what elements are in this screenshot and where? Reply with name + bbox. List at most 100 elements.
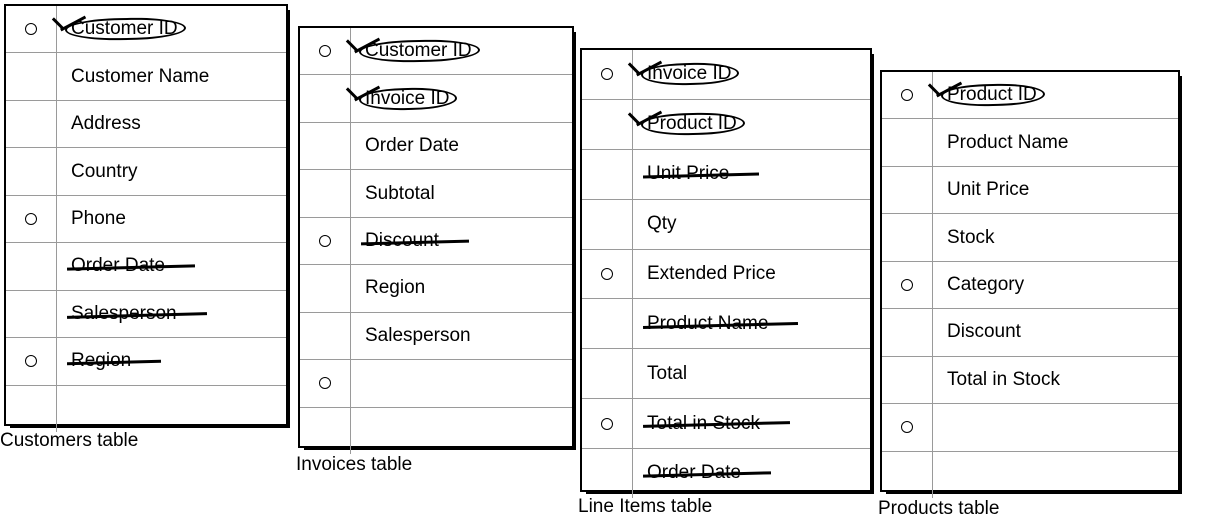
binder-hole-icon	[25, 213, 37, 225]
field-text: Subtotal	[365, 183, 435, 204]
table-card-customers: Customer ID Customer Name Address Country Ph…	[4, 4, 288, 426]
field-row	[882, 404, 1178, 451]
binder-hole-icon	[25, 355, 37, 367]
field-text: Stock	[947, 227, 995, 248]
field-label: Invoice ID	[351, 88, 449, 110]
margin-column	[300, 360, 351, 406]
field-label: Customer Name	[57, 66, 209, 88]
table-card-invoices: Customer ID Invoice ID Order Date Subtotal D…	[298, 26, 574, 448]
checkmark-icon	[55, 12, 81, 38]
field-label: Discount	[351, 230, 439, 252]
field-label: Order Date	[57, 255, 165, 277]
field-row: Order Date	[6, 243, 286, 290]
margin-column	[6, 6, 57, 52]
field-label: Order Date	[633, 462, 741, 484]
margin-column	[582, 399, 633, 448]
field-text: Customer ID	[71, 18, 178, 39]
field-row	[6, 386, 286, 432]
margin-column	[882, 214, 933, 260]
field-row: Salesperson	[300, 313, 572, 360]
margin-column	[300, 313, 351, 359]
margin-column	[300, 170, 351, 216]
margin-column	[6, 148, 57, 194]
field-row: Address	[6, 101, 286, 148]
field-label: Qty	[633, 213, 677, 235]
field-label: Stock	[933, 227, 995, 249]
margin-column	[882, 72, 933, 118]
checkmark-icon	[631, 107, 657, 133]
margin-column	[582, 150, 633, 199]
field-text: Total in Stock	[947, 369, 1060, 390]
binder-hole-icon	[319, 377, 331, 389]
margin-column	[882, 309, 933, 355]
field-label: Product Name	[933, 132, 1068, 154]
binder-hole-icon	[319, 235, 331, 247]
table-caption: Products table	[878, 498, 999, 520]
field-row: Stock	[882, 214, 1178, 261]
field-label: Address	[57, 113, 141, 135]
margin-column	[300, 265, 351, 311]
checkmark-icon	[349, 34, 375, 60]
margin-column	[882, 167, 933, 213]
checkmark-icon	[631, 57, 657, 83]
field-label: Subtotal	[351, 183, 435, 205]
margin-column	[882, 357, 933, 403]
field-text: Order Date	[365, 135, 459, 156]
field-label: Product ID	[933, 84, 1037, 106]
margin-column	[882, 452, 933, 498]
margin-column	[582, 299, 633, 348]
binder-hole-icon	[319, 45, 331, 57]
margin-column	[582, 349, 633, 398]
binder-hole-icon	[901, 279, 913, 291]
checkmark-icon	[931, 78, 957, 104]
field-row: Total	[582, 349, 870, 399]
field-label: Order Date	[351, 135, 459, 157]
field-row: Unit Price	[582, 150, 870, 200]
margin-column	[300, 218, 351, 264]
field-text: Region	[71, 350, 131, 371]
field-text: Country	[71, 161, 138, 182]
field-label: Extended Price	[633, 263, 776, 285]
field-label: Unit Price	[633, 163, 729, 185]
field-label: Customer ID	[351, 40, 472, 62]
field-text: Address	[71, 113, 141, 134]
field-label: Total in Stock	[933, 369, 1060, 391]
field-row	[300, 360, 572, 407]
field-row: Unit Price	[882, 167, 1178, 214]
table-caption: Line Items table	[578, 496, 712, 518]
margin-column	[882, 404, 933, 450]
field-label: Region	[57, 350, 131, 372]
table-card-products: Product IDProduct NameUnit PriceStockCat…	[880, 70, 1180, 492]
field-row: Customer ID	[6, 6, 286, 53]
field-label: Unit Price	[933, 179, 1029, 201]
field-text: Customer Name	[71, 66, 209, 87]
field-row: Country	[6, 148, 286, 195]
margin-column	[6, 338, 57, 384]
field-label: Region	[351, 277, 425, 299]
field-label: Customer ID	[57, 18, 178, 40]
field-row: Customer Name	[6, 53, 286, 100]
field-row: Discount	[300, 218, 572, 265]
field-label: Total	[633, 363, 687, 385]
field-row: Extended Price	[582, 250, 870, 300]
table-caption: Customers table	[0, 430, 138, 452]
field-text: Customer ID	[365, 40, 472, 61]
margin-column	[6, 291, 57, 337]
field-text: Unit Price	[947, 179, 1029, 200]
field-row: Phone	[6, 196, 286, 243]
margin-column	[6, 196, 57, 242]
field-text: Salesperson	[71, 303, 177, 324]
field-text: Region	[365, 277, 425, 298]
field-row: Total in Stock	[582, 399, 870, 449]
field-text: Invoice ID	[647, 63, 731, 84]
field-row: Region	[300, 265, 572, 312]
field-row: Invoice ID	[582, 50, 870, 100]
field-row: Total in Stock	[882, 357, 1178, 404]
margin-column	[882, 119, 933, 165]
binder-hole-icon	[601, 68, 613, 80]
field-label: Product ID	[633, 113, 737, 135]
field-text: Total	[647, 363, 687, 384]
margin-column	[582, 50, 633, 99]
field-row: Customer ID	[300, 28, 572, 75]
field-text: Discount	[365, 230, 439, 251]
